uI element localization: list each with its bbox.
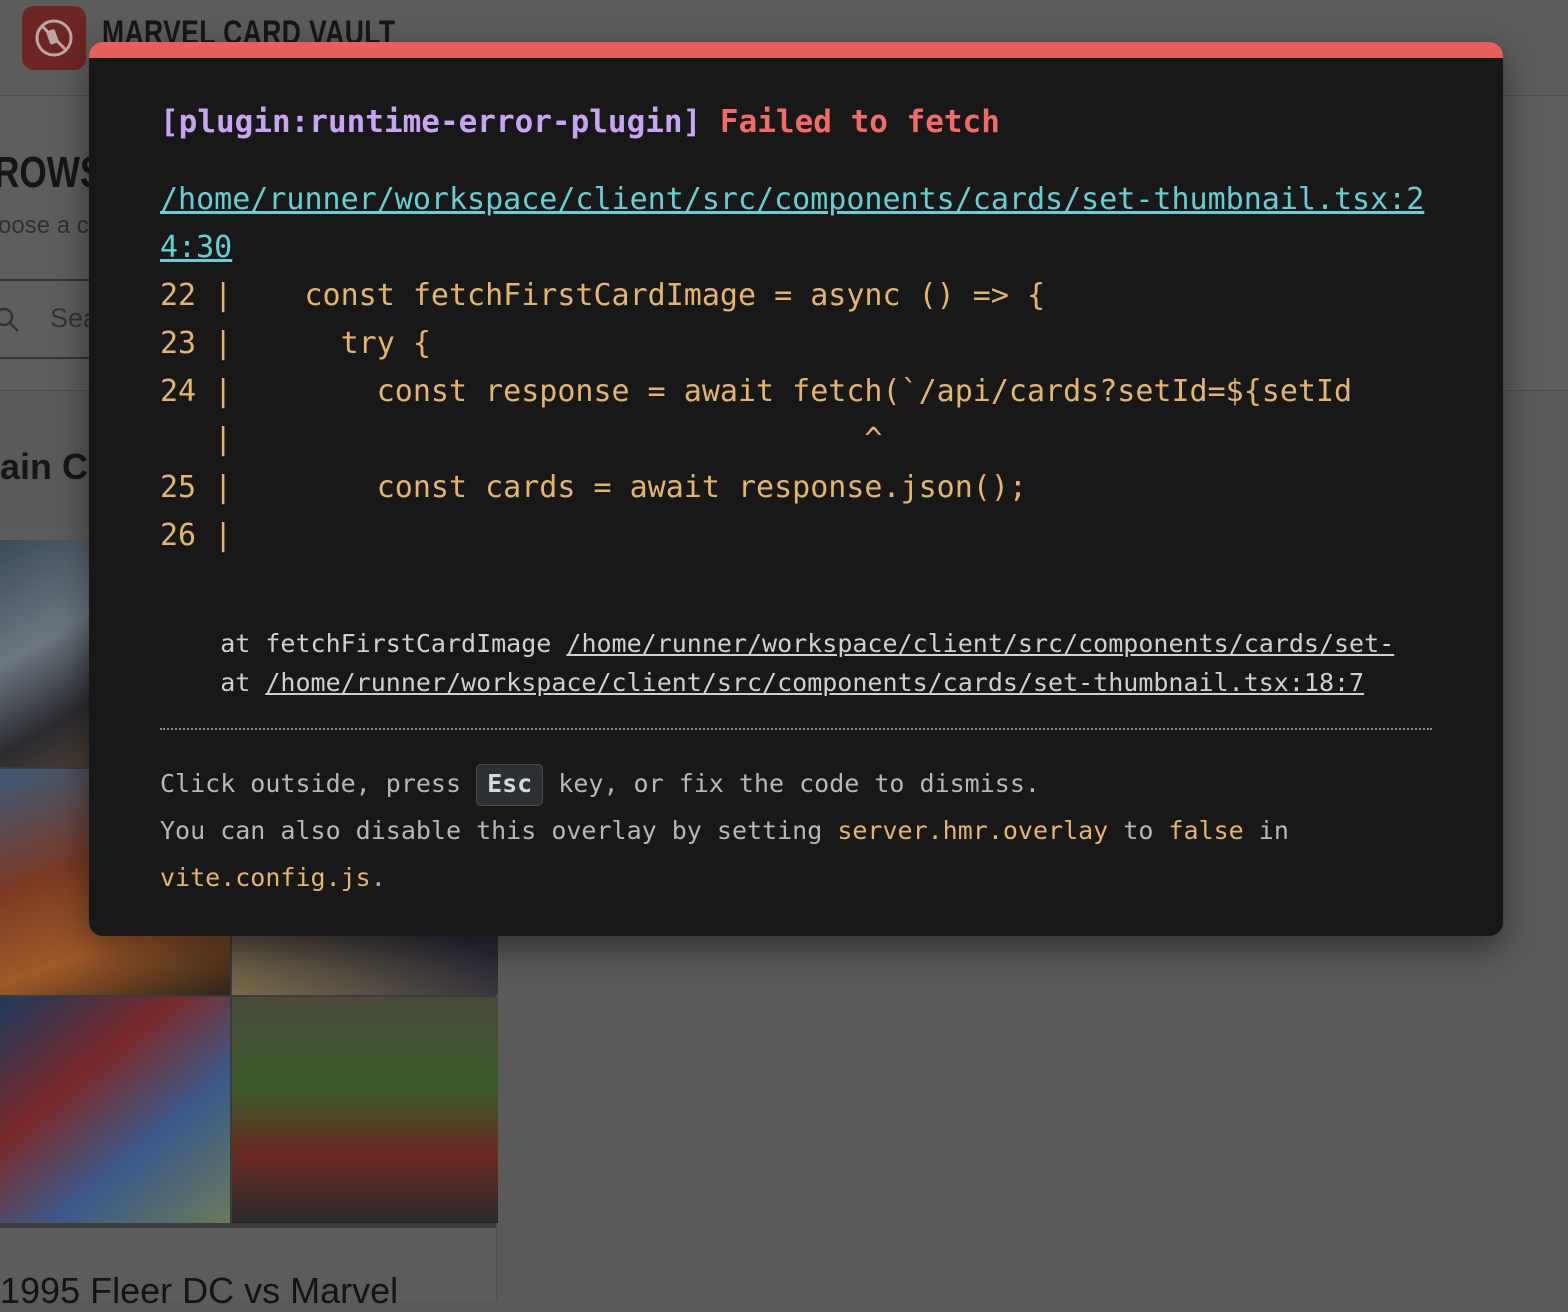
tip-text: key, or fix the code to dismiss. [543, 769, 1040, 798]
error-message: [plugin:runtime-error-plugin] Failed to … [160, 98, 1432, 146]
tip-text: Click outside, press [160, 769, 477, 798]
code-line: 23 | try { [160, 326, 431, 361]
card-panel [232, 997, 498, 1223]
tip-text: You can also disable this overlay by set… [160, 816, 838, 845]
esc-key: Esc [476, 764, 544, 806]
divider [160, 728, 1432, 730]
stack-prefix: at fetchFirstCardImage [160, 629, 567, 658]
card-panel [0, 997, 230, 1223]
stack-line: at fetchFirstCardImage /home/runner/work… [160, 624, 1432, 663]
tip-text: . [370, 863, 386, 892]
section-title: ain C [0, 446, 89, 487]
tip-line-1: Click outside, press Esc key, or fix the… [160, 760, 1432, 807]
code-caret-line: | ^ [160, 422, 883, 457]
stack-link[interactable]: /home/runner/workspace/client/src/compon… [566, 629, 1394, 658]
browse-subtitle: oose a c [0, 212, 89, 239]
app-logo[interactable] [22, 6, 86, 70]
card-set-name: 1995 Fleer DC vs Marvel [0, 1270, 399, 1311]
stack-link[interactable]: /home/runner/workspace/client/src/compon… [265, 668, 1364, 697]
code-line: 26 | [160, 518, 233, 553]
code-frame: 22 | const fetchFirstCardImage = async (… [160, 272, 1432, 560]
stack-prefix: at [160, 668, 266, 697]
code-line: 25 | const cards = await response.json()… [160, 470, 1027, 505]
tip-text: in [1243, 816, 1289, 845]
config-value: false [1168, 816, 1244, 845]
error-overlay[interactable]: [plugin:runtime-error-plugin] Failed to … [89, 42, 1503, 936]
code-line: 24 | const response = await fetch(`/api/… [160, 374, 1353, 409]
plugin-name: [plugin:runtime-error-plugin] [160, 104, 702, 140]
logo-icon [35, 19, 73, 57]
tip-text: to [1108, 816, 1169, 845]
code-line: 22 | const fetchFirstCardImage = async (… [160, 278, 1046, 313]
error-text: Failed to fetch [719, 104, 1000, 140]
dismiss-tip: Click outside, press Esc key, or fix the… [160, 760, 1432, 901]
search-icon [0, 307, 19, 332]
error-file-link[interactable]: /home/runner/workspace/client/src/compon… [160, 176, 1432, 272]
stack-line: at /home/runner/workspace/client/src/com… [160, 663, 1432, 702]
config-file: vite.config.js [160, 863, 371, 892]
tip-line-3: vite.config.js. [160, 854, 1432, 901]
config-key: server.hmr.overlay [837, 816, 1109, 845]
tip-line-2: You can also disable this overlay by set… [160, 807, 1432, 854]
stack-trace: at fetchFirstCardImage /home/runner/work… [160, 624, 1432, 702]
